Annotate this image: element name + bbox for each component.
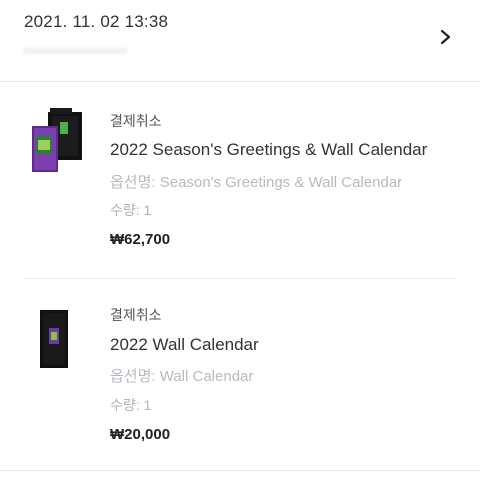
- product-quantity: 수량: 1: [110, 202, 152, 218]
- order-header[interactable]: 2021. 11. 02 13:38 r•••••••••••••••••••: [0, 0, 480, 82]
- chevron-right-icon[interactable]: [436, 27, 456, 47]
- product-option: 옵션명: Season's Greetings & Wall Calendar: [110, 174, 403, 191]
- product-thumbnail: [32, 108, 82, 172]
- order-number: r•••••••••••••••••••: [24, 44, 128, 58]
- product-price: ₩20,000: [110, 426, 171, 443]
- payment-status: 결제취소: [110, 307, 162, 323]
- product-title[interactable]: 2022 Season's Greetings & Wall Calendar: [110, 140, 427, 160]
- product-thumbnail: [40, 310, 68, 368]
- product-option: 옵션명: Wall Calendar: [110, 368, 254, 385]
- payment-status: 결제취소: [110, 113, 162, 129]
- divider: [0, 470, 480, 471]
- product-price: ₩62,700: [110, 231, 171, 248]
- product-quantity: 수량: 1: [110, 397, 152, 413]
- order-item[interactable]: 결제취소 2022 Season's Greetings & Wall Cale…: [24, 104, 457, 279]
- order-date: 2021. 11. 02 13:38: [24, 12, 169, 31]
- order-item[interactable]: 결제취소 2022 Wall Calendar 옵션명: Wall Calend…: [24, 298, 457, 458]
- product-title[interactable]: 2022 Wall Calendar: [110, 335, 259, 355]
